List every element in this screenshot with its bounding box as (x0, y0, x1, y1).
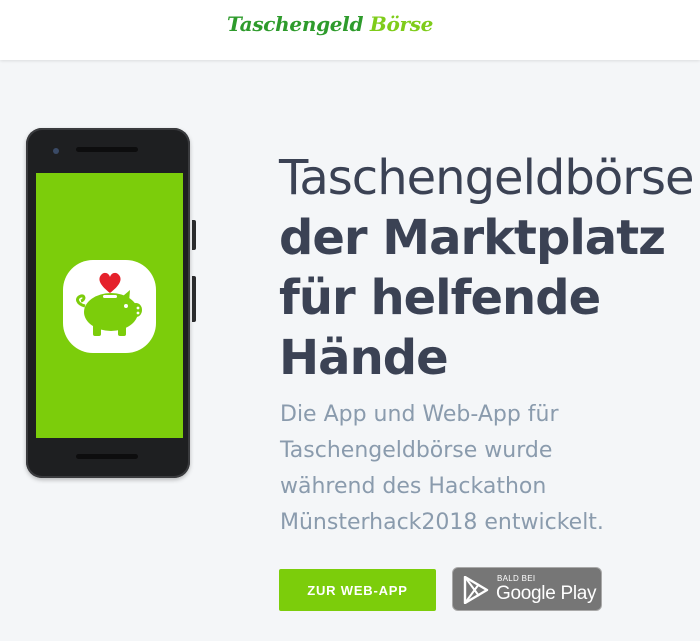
hero-title-line-4: Hände (279, 330, 449, 386)
hero-title-line-1: Taschengeldbörse (279, 150, 694, 206)
piggy-bank-heart-icon (63, 260, 156, 353)
site-logo[interactable]: Taschengeld Börse (227, 12, 433, 36)
web-app-button[interactable]: ZUR WEB-APP (279, 569, 436, 611)
phone-camera (53, 148, 59, 154)
hero-title-line-3: für helfende (279, 270, 601, 326)
phone-screen (36, 173, 183, 438)
hero-description: Die App und Web-App für Taschengeldbörse… (280, 397, 680, 541)
site-header: Taschengeld Börse (0, 0, 700, 60)
logo-text-secondary: Börse (369, 12, 434, 36)
hero-desc-line-3: während des Hackathon (280, 474, 547, 499)
phone-speaker-top (76, 147, 138, 152)
google-play-badge[interactable]: BALD BEI Google Play (452, 567, 602, 611)
google-play-label: Google Play (496, 583, 597, 604)
phone-mockup (24, 128, 196, 478)
hero-title: Taschengeldbörse der Marktplatz für helf… (279, 148, 699, 388)
logo-text-primary: Taschengeld (227, 12, 364, 36)
phone-side-button (192, 220, 196, 250)
phone-volume-button (192, 276, 196, 322)
hero-desc-line-4: Münsterhack2018 entwickelt. (280, 510, 604, 535)
hero-desc-line-2: Taschengeldbörse wurde (280, 438, 553, 463)
phone-body (26, 128, 190, 478)
hero-title-line-2: der Marktplatz (279, 210, 666, 266)
phone-speaker-bottom (76, 454, 138, 459)
google-play-caption: BALD BEI (497, 574, 536, 583)
google-play-icon (462, 575, 490, 609)
hero-desc-line-1: Die App und Web-App für (280, 402, 559, 427)
